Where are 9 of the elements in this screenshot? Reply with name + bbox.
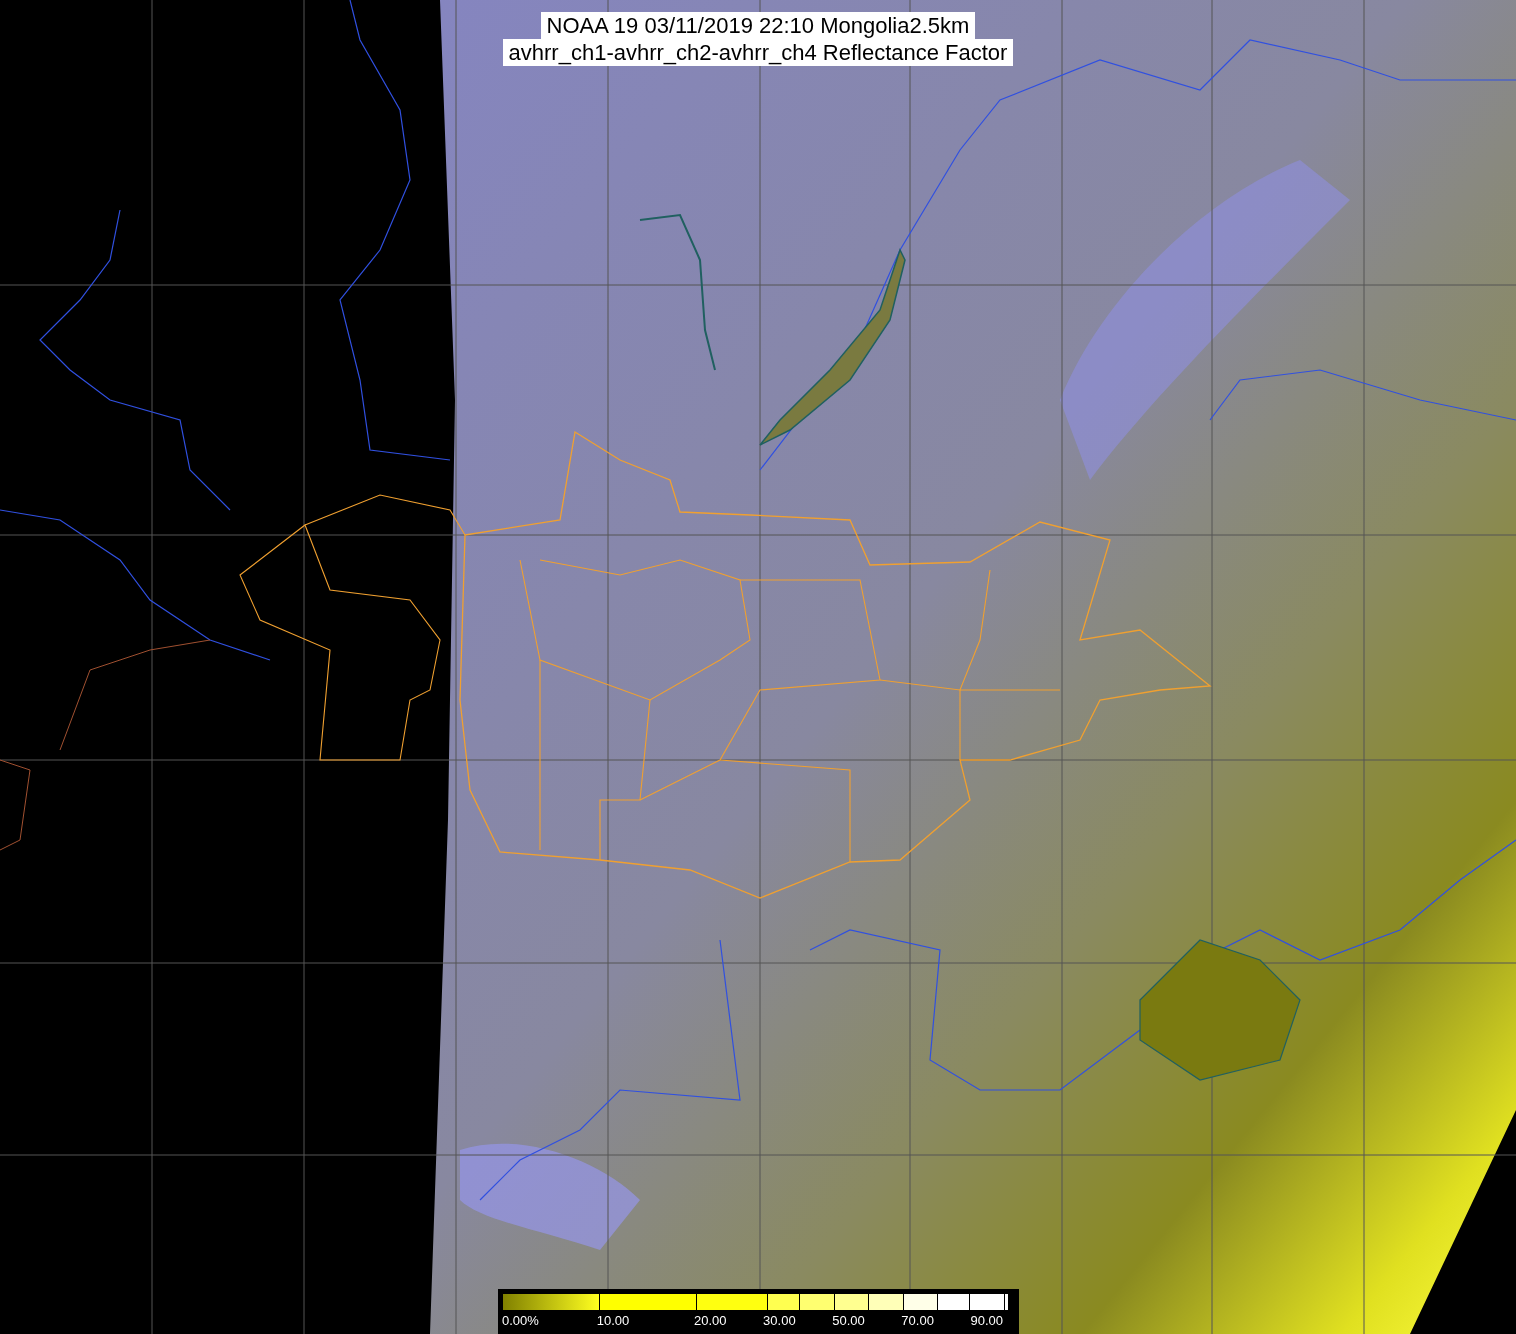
- scale-label: 10.00: [596, 1313, 630, 1328]
- scale-label: 0.00%: [502, 1313, 539, 1328]
- scale-label: 30.00: [763, 1313, 796, 1328]
- scale-label: 50.00: [832, 1313, 865, 1328]
- map-title: avhrr_ch1-avhrr_ch2-avhrr_ch4 Reflectance Factor: [502, 39, 1014, 66]
- scale-label: 70.00: [901, 1313, 934, 1328]
- scale-label: 20.00: [694, 1313, 727, 1328]
- scale-label: 90.00: [970, 1313, 1003, 1328]
- map-title: NOAA 19 03/11/2019 22:10 Mongolia2.5km: [540, 12, 976, 39]
